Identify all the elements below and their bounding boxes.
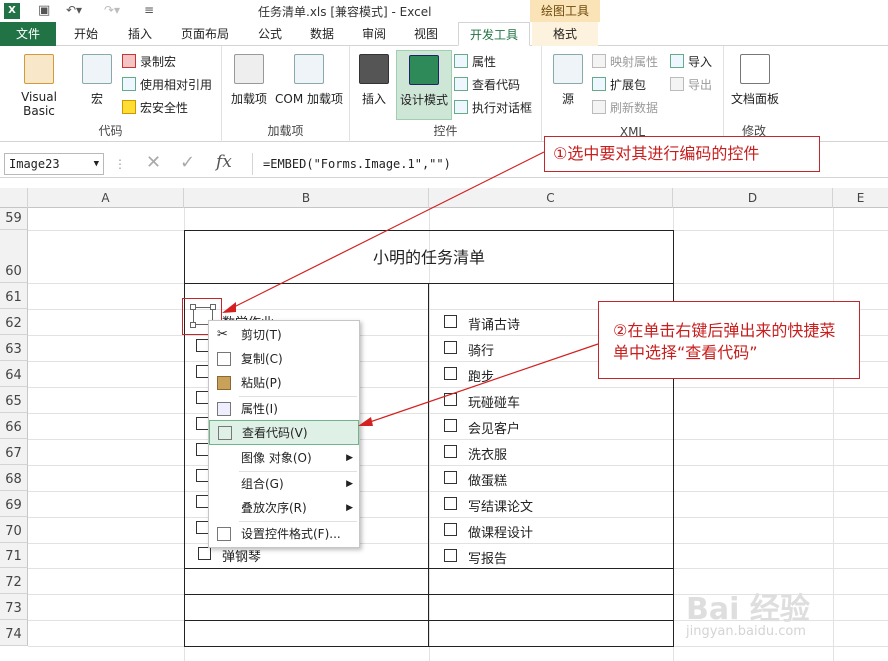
annotation-arrow-1 (227, 151, 545, 311)
arrowhead-icon (358, 417, 373, 426)
arrowhead-icon (222, 302, 236, 313)
watermark-logo: Bai 经验 (686, 592, 810, 627)
watermark-url: jingyan.baidu.com (686, 624, 806, 639)
annotation-arrow-2 (363, 343, 599, 425)
annotation-arrows (222, 151, 599, 426)
